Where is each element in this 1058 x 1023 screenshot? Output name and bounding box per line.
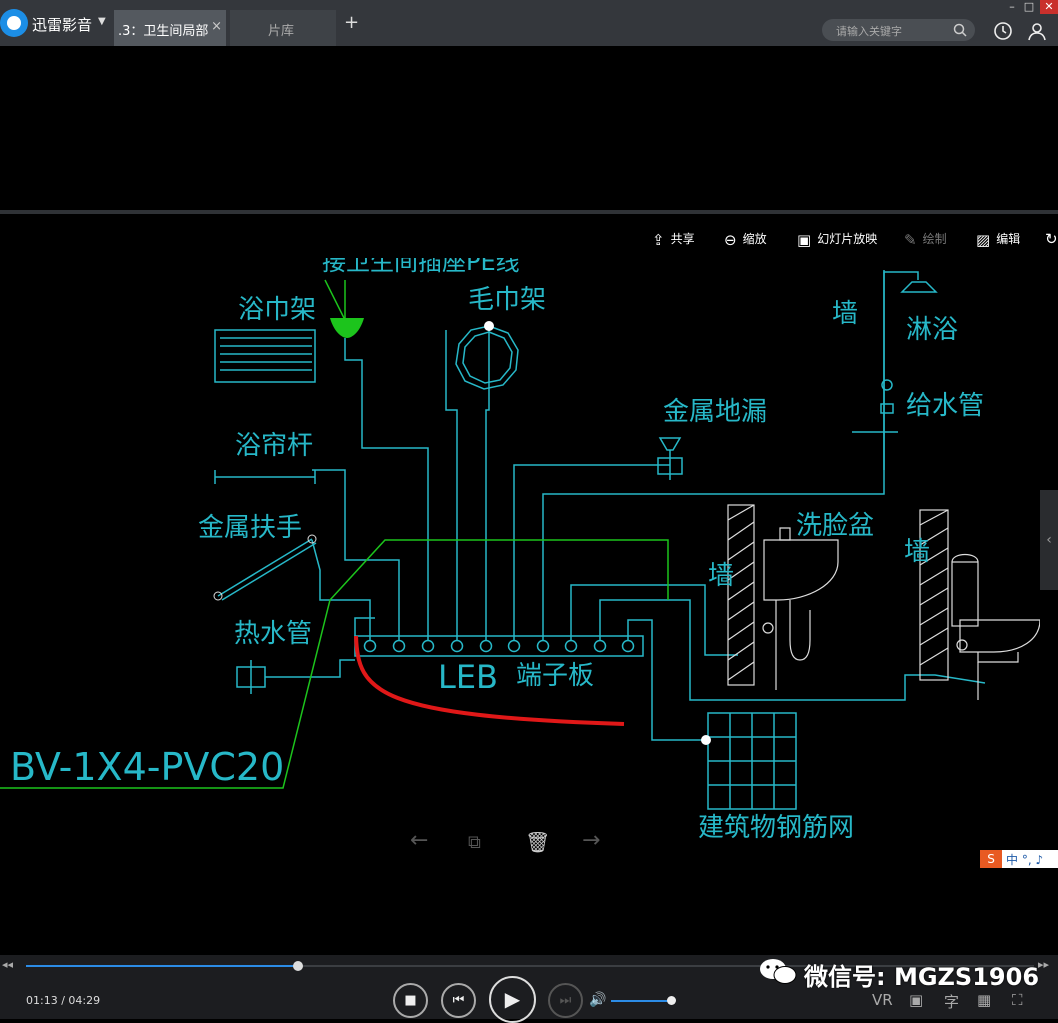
user-icon[interactable] xyxy=(1027,21,1047,41)
next-button[interactable]: ⏭ xyxy=(548,983,583,1018)
next-image-icon[interactable]: → xyxy=(582,828,600,853)
next-icon: ⏭ xyxy=(559,993,572,1008)
grid-icon[interactable]: ▦ xyxy=(977,991,991,1009)
app-name[interactable]: 迅雷影音 xyxy=(32,14,92,35)
zoom-icon: ⊖ xyxy=(724,231,737,249)
minimize-icon[interactable]: – xyxy=(1003,0,1021,14)
share-icon: ⇪ xyxy=(652,231,665,249)
rotate-icon[interactable]: ↻ xyxy=(1045,230,1058,248)
stop-button[interactable]: ■ xyxy=(393,983,428,1018)
wechat-icon xyxy=(760,959,797,984)
tab-library-label: 片库 xyxy=(268,24,295,39)
share-button[interactable]: ⇪ 共享 xyxy=(652,230,695,249)
tab-library[interactable]: 片库 xyxy=(230,10,336,46)
new-tab-icon[interactable]: + xyxy=(344,14,359,32)
label-rebar: 建筑物钢筋网 xyxy=(698,813,854,840)
draw-button[interactable]: ✎ 绘制 xyxy=(904,230,947,249)
pen-icon: ✎ xyxy=(904,231,917,249)
label-curtain-rod: 浴帘杆 xyxy=(235,431,313,461)
skip-forward-icon[interactable]: ▸▸ xyxy=(1038,958,1049,971)
side-panel-toggle-icon[interactable]: ‹ xyxy=(1040,490,1058,590)
previous-icon: ⏮ xyxy=(452,993,465,1008)
viewer-toolbar: ⇪ 共享 ⊖ 缩放 ▣ 幻灯片放映 ✎ 绘制 ▨ 编辑 ↻ xyxy=(0,214,1058,258)
label-basin: 洗脸盆 xyxy=(796,511,874,541)
label-wall-3: 墙 xyxy=(708,561,734,591)
slideshow-button[interactable]: ▣ 幻灯片放映 xyxy=(797,230,877,249)
search-icon[interactable] xyxy=(953,23,967,37)
total-time: 04:29 xyxy=(68,994,101,1007)
tab-document[interactable]: .3：卫生间局部 × xyxy=(114,10,226,46)
tab-close-icon[interactable]: × xyxy=(211,19,222,34)
label-wall-1: 墙 xyxy=(832,299,858,329)
vr-button[interactable]: VR xyxy=(872,991,893,1009)
delete-icon[interactable]: 🗑 xyxy=(525,830,550,854)
label-wall-2: 墙 xyxy=(904,537,930,567)
search-placeholder: 请输入关键字 xyxy=(836,25,902,38)
label-cable-spec: BV-1X4-PVC20 xyxy=(10,745,284,789)
cad-pe-wire xyxy=(0,279,669,789)
label-towel-rack: 浴巾架 xyxy=(238,295,316,325)
volume-slider[interactable] xyxy=(611,996,676,1005)
fullscreen-icon[interactable]: ⛶ xyxy=(1012,991,1023,1009)
prev-image-icon[interactable]: ← xyxy=(410,828,428,853)
app-menu-chevron-icon[interactable]: ▼ xyxy=(98,16,106,27)
edit-image-icon: ▨ xyxy=(976,231,991,249)
draw-label: 绘制 xyxy=(922,232,947,246)
ground-symbol-icon xyxy=(330,318,364,338)
play-icon: ▶ xyxy=(504,987,521,1011)
time-display: 01:13 / 04:29 xyxy=(26,994,101,1007)
picture-frame-icon[interactable]: ⧉ xyxy=(468,832,481,853)
edit-label: 编辑 xyxy=(996,232,1021,246)
edit-button[interactable]: ▨ 编辑 xyxy=(976,230,1020,249)
zoom-button[interactable]: ⊖ 缩放 xyxy=(724,230,767,249)
label-water-pipe: 给水管 xyxy=(906,391,984,421)
subtitle-button[interactable]: 字 xyxy=(944,991,959,1012)
label-terminal-board: 端子板 xyxy=(516,661,594,691)
slideshow-label: 幻灯片放映 xyxy=(817,232,878,246)
app-logo-icon[interactable] xyxy=(0,9,28,37)
seek-progress xyxy=(26,965,299,967)
share-label: 共享 xyxy=(670,232,695,246)
ime-status: 中 °, ♪ xyxy=(1006,853,1044,867)
maximize-icon[interactable]: □ xyxy=(1020,0,1038,14)
play-button[interactable]: ▶ xyxy=(489,976,536,1023)
label-hot-pipe: 热水管 xyxy=(234,619,312,649)
screen-mode-icon[interactable]: ▣ xyxy=(909,991,923,1009)
close-window-icon[interactable]: ✕ xyxy=(1040,0,1058,14)
search-box[interactable]: 请输入关键字 xyxy=(822,19,975,41)
wechat-id-text: 微信号: MGZS1906 xyxy=(804,963,1040,991)
label-towel-ring: 毛巾架 xyxy=(468,285,546,315)
tab-document-label: .3：卫生间局部 xyxy=(118,24,208,39)
label-leb: LEB xyxy=(438,658,498,696)
previous-button[interactable]: ⏮ xyxy=(441,983,476,1018)
current-time: 01:13 xyxy=(26,994,58,1007)
label-shower: 淋浴 xyxy=(906,315,958,345)
stop-icon: ■ xyxy=(404,993,417,1008)
cad-drawing: 接卫生间插座PE线 浴巾架 毛巾架 墙 淋浴 给水管 金属地漏 浴帘杆 金属扶手… xyxy=(0,248,1040,840)
label-floor-drain: 金属地漏 xyxy=(663,397,767,427)
label-handrail: 金属扶手 xyxy=(198,513,302,543)
slideshow-icon: ▣ xyxy=(797,231,812,249)
history-icon[interactable] xyxy=(993,21,1013,41)
ime-logo-icon: S xyxy=(980,850,1002,868)
zoom-label: 缩放 xyxy=(742,232,767,246)
ime-indicator[interactable]: S 中 °, ♪ xyxy=(980,850,1058,868)
volume-icon[interactable]: 🔊 xyxy=(589,992,606,1008)
cad-fixtures xyxy=(727,504,1040,700)
skip-back-icon[interactable]: ◂◂ xyxy=(2,958,13,971)
volume-knob[interactable] xyxy=(667,996,676,1005)
